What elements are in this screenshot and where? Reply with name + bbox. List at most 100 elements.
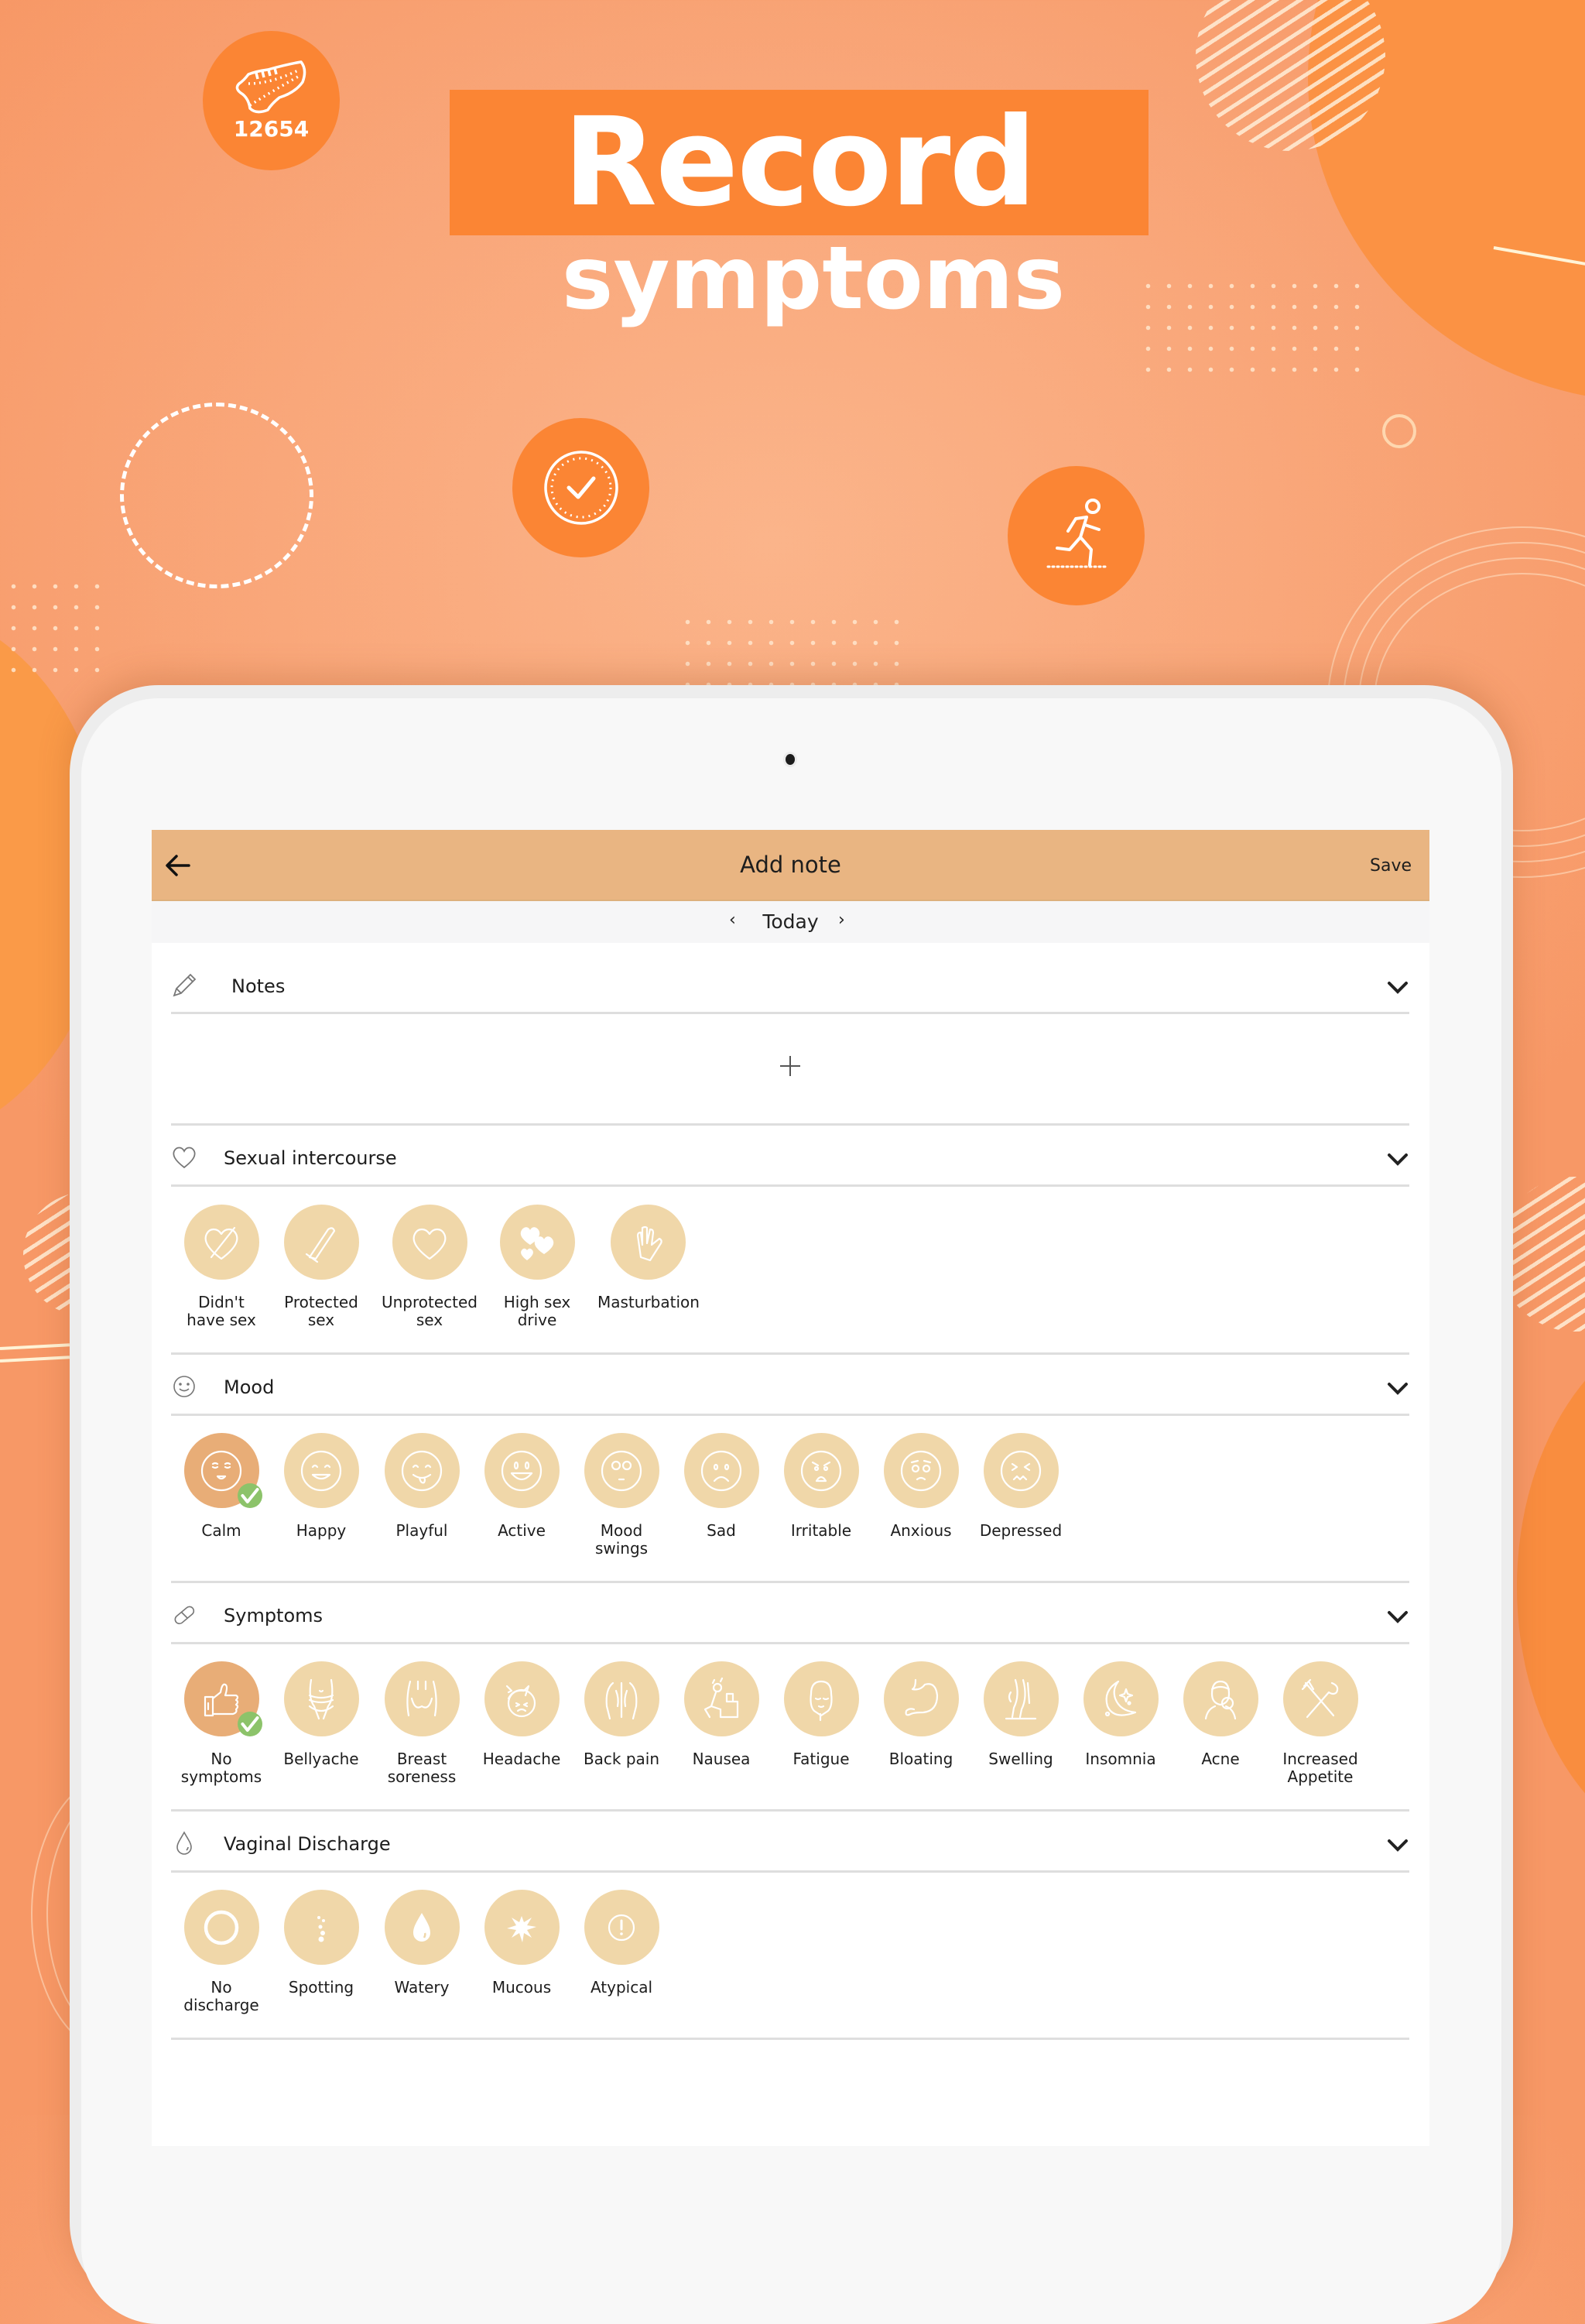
- option-spotting[interactable]: Spotting: [271, 1890, 371, 1997]
- chevron-down-icon[interactable]: [1385, 1150, 1411, 1169]
- happy-face-icon: [300, 1450, 342, 1491]
- option-circle[interactable]: [883, 1433, 959, 1508]
- option-circle[interactable]: [584, 1433, 659, 1508]
- option-bellyache[interactable]: Bellyache: [271, 1661, 371, 1768]
- option-circle[interactable]: [783, 1433, 859, 1508]
- divider: [171, 1352, 1409, 1355]
- option-label: Mucous: [491, 1978, 552, 1997]
- option-mucous[interactable]: Mucous: [471, 1890, 572, 1997]
- option-circle[interactable]: [1083, 1661, 1159, 1736]
- option-circle[interactable]: [484, 1433, 560, 1508]
- legs-icon: [1005, 1678, 1037, 1719]
- option-back-pain[interactable]: Back pain: [571, 1661, 672, 1768]
- option-circle[interactable]: [392, 1205, 467, 1280]
- add-note-button[interactable]: [779, 1054, 802, 1078]
- next-day-button[interactable]: ›: [838, 901, 845, 940]
- section-header-vaginal-discharge[interactable]: Vaginal Discharge: [171, 1825, 1417, 1864]
- chevron-down-icon[interactable]: [1385, 1836, 1411, 1855]
- section-title: Sexual intercourse: [224, 1147, 397, 1169]
- option-circle[interactable]: [283, 1205, 359, 1280]
- option-label: Unprotected sex: [381, 1293, 478, 1329]
- option-label: Bellyache: [283, 1750, 359, 1768]
- splash-icon: [507, 1915, 536, 1942]
- option-label: Nausea: [692, 1750, 751, 1768]
- fatigue-icon: [810, 1680, 833, 1721]
- option-circle[interactable]: [610, 1205, 686, 1280]
- option-label: Spotting: [288, 1978, 354, 1997]
- option-circle[interactable]: [1183, 1661, 1258, 1736]
- save-button[interactable]: Save: [1370, 830, 1412, 903]
- option-bloating[interactable]: Bloating: [871, 1661, 971, 1768]
- option-circle[interactable]: [384, 1661, 460, 1736]
- section-header-sexual-intercourse[interactable]: Sexual intercourse: [171, 1140, 1417, 1178]
- chevron-down-icon[interactable]: [1385, 1608, 1411, 1626]
- option-circle[interactable]: [1282, 1661, 1358, 1736]
- option-insomnia[interactable]: Insomnia: [1070, 1661, 1171, 1768]
- option-unprotected-sex[interactable]: Unprotected sex: [379, 1205, 480, 1329]
- option-atypical[interactable]: Atypical: [571, 1890, 672, 1997]
- option-playful[interactable]: Playful: [371, 1433, 472, 1540]
- option-circle[interactable]: [384, 1433, 460, 1508]
- option-circle[interactable]: [283, 1661, 359, 1736]
- option-label: Headache: [482, 1750, 561, 1768]
- running-person-icon: [1046, 499, 1106, 568]
- chevron-down-icon[interactable]: [1385, 979, 1411, 997]
- option-circle[interactable]: [283, 1433, 359, 1508]
- option-circle[interactable]: [183, 1890, 259, 1965]
- option-fatigue[interactable]: Fatigue: [771, 1661, 871, 1768]
- option-circle[interactable]: [584, 1890, 659, 1965]
- decor-dot-grid: [3, 576, 108, 680]
- option-protected-sex[interactable]: Protected sex: [271, 1205, 371, 1329]
- playful-face-icon: [401, 1450, 443, 1491]
- option-watery[interactable]: Watery: [371, 1890, 472, 1997]
- option-acne[interactable]: Acne: [1170, 1661, 1271, 1768]
- option-circle[interactable]: [484, 1890, 560, 1965]
- option-label: Sad: [707, 1521, 736, 1540]
- option-no-symptoms[interactable]: No symptoms: [171, 1661, 272, 1786]
- option-depressed[interactable]: Depressed: [971, 1433, 1071, 1540]
- option-headache[interactable]: Headache: [471, 1661, 572, 1768]
- option-high-sex-drive[interactable]: High sex drive: [487, 1205, 587, 1329]
- option-label: No discharge: [183, 1978, 259, 2014]
- option-circle[interactable]: [484, 1661, 560, 1736]
- option-circle[interactable]: [183, 1205, 259, 1280]
- option-circle[interactable]: [584, 1661, 659, 1736]
- option-sad[interactable]: Sad: [671, 1433, 772, 1540]
- option-circle[interactable]: [883, 1661, 959, 1736]
- option-circle[interactable]: [983, 1661, 1059, 1736]
- option-circle[interactable]: [783, 1661, 859, 1736]
- option-didn-t-have-sex[interactable]: Didn't have sex: [171, 1205, 272, 1329]
- option-swelling[interactable]: Swelling: [971, 1661, 1071, 1768]
- option-label: Acne: [1201, 1750, 1240, 1768]
- section-header-notes[interactable]: Notes: [171, 968, 1417, 1006]
- chevron-down-icon[interactable]: [1385, 1380, 1411, 1398]
- option-circle[interactable]: [183, 1433, 262, 1508]
- option-circle[interactable]: [683, 1433, 759, 1508]
- option-label: Insomnia: [1085, 1750, 1156, 1768]
- option-circle[interactable]: [499, 1205, 575, 1280]
- option-circle[interactable]: [983, 1433, 1059, 1508]
- option-calm[interactable]: Calm: [171, 1433, 272, 1540]
- option-irritable[interactable]: Irritable: [771, 1433, 871, 1540]
- option-circle[interactable]: [183, 1661, 262, 1736]
- option-masturbation[interactable]: Masturbation: [597, 1205, 700, 1311]
- option-breast-soreness[interactable]: Breast soreness: [371, 1661, 472, 1786]
- option-circle[interactable]: [283, 1890, 359, 1965]
- option-circle[interactable]: [384, 1890, 460, 1965]
- option-label: No symptoms: [180, 1750, 262, 1786]
- back-button[interactable]: [164, 852, 192, 879]
- option-circle[interactable]: [683, 1661, 759, 1736]
- section-header-symptoms[interactable]: Symptoms: [171, 1597, 1417, 1636]
- option-label: Fatigue: [792, 1750, 850, 1768]
- option-happy[interactable]: Happy: [271, 1433, 371, 1540]
- option-active[interactable]: Active: [471, 1433, 572, 1540]
- eyeroll-face-icon: [601, 1450, 642, 1491]
- option-mood-swings[interactable]: Mood swings: [571, 1433, 672, 1558]
- option-nausea[interactable]: Nausea: [671, 1661, 772, 1768]
- option-anxious[interactable]: Anxious: [871, 1433, 971, 1540]
- divider: [171, 1414, 1409, 1416]
- ring-icon: [204, 1910, 239, 1945]
- option-increased-appetite[interactable]: Increased Appetite: [1270, 1661, 1371, 1786]
- section-header-mood[interactable]: Mood: [171, 1369, 1417, 1407]
- option-no-discharge[interactable]: No discharge: [171, 1890, 272, 2014]
